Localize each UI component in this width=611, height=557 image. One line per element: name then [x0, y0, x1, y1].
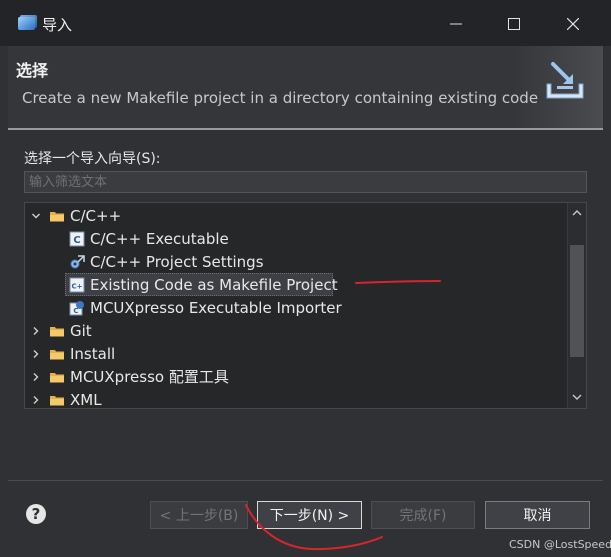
- tree-item-label: Git: [70, 321, 92, 340]
- tree-item-label: Existing Code as Makefile Project: [90, 275, 338, 294]
- chevron-right-icon[interactable]: [29, 372, 43, 382]
- cancel-button[interactable]: 取消: [485, 501, 590, 529]
- settings-import-icon: [69, 254, 85, 270]
- import-wizard-icon: [546, 62, 584, 99]
- filter-input[interactable]: [24, 171, 587, 193]
- back-button[interactable]: < 上一步(B): [150, 501, 248, 529]
- tree-item-label: XML: [70, 390, 102, 409]
- folder-icon: [49, 323, 65, 339]
- next-button[interactable]: 下一步(N) >: [257, 501, 362, 529]
- maximize-icon: [508, 18, 520, 30]
- minimize-icon: [450, 23, 462, 25]
- tree-item-label: MCUXpresso 配置工具: [70, 368, 229, 386]
- chevron-right-icon[interactable]: [29, 326, 43, 336]
- tree-item-mcuxpresso-executable[interactable]: C MCUXpresso Executable Importer: [69, 296, 342, 319]
- svg-text:C: C: [73, 307, 78, 315]
- tree-item-cpp[interactable]: C/C++: [29, 204, 121, 227]
- tree-scrollbar[interactable]: [567, 203, 586, 408]
- wizard-select-label: 选择一个导入向导(S):: [24, 151, 161, 167]
- tree-item-git[interactable]: Git: [29, 319, 92, 342]
- ide-executable-icon: C: [69, 300, 85, 316]
- tree-item-label: C/C++ Executable: [90, 229, 229, 248]
- tree-item-label: Install: [70, 344, 116, 363]
- tree-item-label: C/C++: [70, 206, 122, 225]
- svg-text:C: C: [73, 235, 80, 246]
- scroll-down-icon[interactable]: [571, 391, 583, 403]
- tree-item-label: C/C++ Project Settings: [90, 252, 264, 271]
- tree-item-label: MCUXpresso Executable Importer: [90, 298, 342, 317]
- window-title: 导入: [42, 16, 73, 34]
- wizard-content: 选择一个导入向导(S): C/C++ C C/C++ Executable C/…: [8, 130, 603, 478]
- c-file-icon: C: [69, 231, 85, 247]
- title-bar: 导入: [0, 0, 611, 46]
- minimize-button[interactable]: [433, 8, 479, 40]
- scroll-thumb[interactable]: [570, 245, 584, 357]
- finish-button[interactable]: 完成(F): [371, 501, 475, 529]
- wizard-banner: 选择 Create a new Makefile project in a di…: [8, 46, 603, 128]
- tree-item-existing-code-makefile[interactable]: C+ Existing Code as Makefile Project: [65, 273, 338, 296]
- tree-item-cpp-project-settings[interactable]: C/C++ Project Settings: [69, 250, 264, 273]
- svg-text:C+: C+: [71, 282, 82, 290]
- chevron-right-icon[interactable]: [29, 349, 43, 359]
- tree-item-xml[interactable]: XML: [29, 388, 102, 409]
- help-icon[interactable]: ?: [26, 504, 46, 524]
- tree-item-cpp-executable[interactable]: C C/C++ Executable: [69, 227, 229, 250]
- scroll-up-icon[interactable]: [571, 207, 583, 219]
- banner-title: 选择: [16, 61, 49, 80]
- banner-description: Create a new Makefile project in a direc…: [22, 89, 539, 107]
- watermark: CSDN @LostSpeed: [509, 538, 611, 551]
- chevron-right-icon[interactable]: [29, 395, 43, 405]
- wizard-tree[interactable]: C/C++ C C/C++ Executable C/C++ Project S…: [24, 202, 587, 409]
- cpp-file-icon: C+: [69, 277, 85, 293]
- chevron-down-icon[interactable]: [29, 211, 43, 221]
- folder-icon: [49, 346, 65, 362]
- maximize-button[interactable]: [491, 8, 537, 40]
- close-button[interactable]: [550, 8, 596, 40]
- tree-item-mcuxpresso-config-tools[interactable]: MCUXpresso 配置工具: [29, 365, 229, 388]
- folder-icon: [49, 369, 65, 385]
- folder-icon: [49, 208, 65, 224]
- folder-icon: [49, 392, 65, 408]
- window-app-icon: [18, 15, 37, 30]
- tree-item-install[interactable]: Install: [29, 342, 115, 365]
- close-icon: [567, 18, 579, 30]
